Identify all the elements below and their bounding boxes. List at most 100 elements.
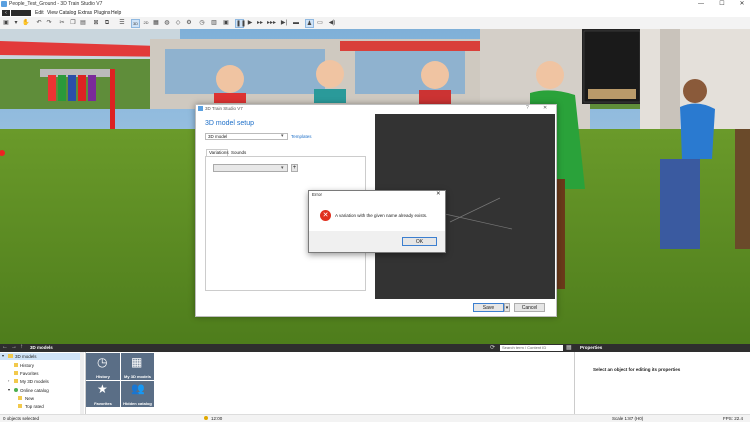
- save-dropdown-button[interactable]: ▾: [504, 303, 510, 312]
- properties-header: Properties: [575, 344, 750, 352]
- tree-item-label: History: [20, 363, 35, 368]
- sound-icon[interactable]: ◀): [328, 19, 336, 27]
- add-variation-button[interactable]: +: [291, 164, 298, 172]
- tile-favorites[interactable]: ★ Favorites: [86, 381, 120, 407]
- tile-history[interactable]: ◷ History: [86, 353, 120, 380]
- variation-select[interactable]: ▾: [213, 164, 288, 172]
- fast-forward-icon[interactable]: ▸▸: [256, 19, 264, 27]
- expand-icon[interactable]: ▾: [2, 353, 4, 358]
- grid-icon[interactable]: ▦: [152, 19, 160, 27]
- diamond-icon[interactable]: ◇: [174, 19, 182, 27]
- minimize-button[interactable]: —: [694, 0, 708, 9]
- tool-icon[interactable]: ⚙: [185, 19, 193, 27]
- menu-view[interactable]: View: [47, 10, 58, 16]
- window-icon[interactable]: ▣: [222, 19, 230, 27]
- back-arrow-icon[interactable]: ‹: [2, 10, 10, 16]
- layer-icon[interactable]: ⧉: [103, 19, 111, 27]
- menu-extras[interactable]: Extras: [78, 10, 92, 16]
- save-icon[interactable]: ▣: [2, 19, 10, 27]
- maximize-button[interactable]: ☐: [715, 0, 729, 9]
- train-icon[interactable]: ▭: [316, 19, 324, 27]
- globe-icon[interactable]: ◍: [163, 19, 171, 27]
- templates-link[interactable]: Templates: [291, 134, 312, 139]
- redo-icon[interactable]: ↷: [45, 19, 53, 27]
- save-button[interactable]: Save: [473, 303, 504, 312]
- dialog-app-icon: [198, 106, 203, 111]
- pause-icon[interactable]: ❚❚: [235, 19, 246, 28]
- panel-icon[interactable]: ▥: [210, 19, 218, 27]
- tree-item-label: My 3D models: [20, 379, 49, 384]
- properties-empty-text: Select an object for editing its propert…: [593, 367, 681, 372]
- tree-item-online-catalog[interactable]: ▾ Online catalog: [0, 387, 80, 394]
- app-menu-button[interactable]: [11, 10, 31, 16]
- tree-item-my-3d-models[interactable]: › My 3D models: [0, 378, 80, 385]
- tree-item-label: 3D models: [15, 354, 37, 359]
- cancel-button[interactable]: Cancel: [514, 303, 545, 312]
- tile-hidden-catalog[interactable]: 👥 Hidden catalog: [121, 381, 154, 407]
- skip-icon[interactable]: ▶|: [280, 19, 288, 27]
- grid-view-icon[interactable]: ▦: [566, 344, 572, 351]
- list-icon[interactable]: ☰: [118, 19, 126, 27]
- tile-my-3d-models[interactable]: ▦ My 3D models: [121, 353, 154, 380]
- model-type-select[interactable]: 3D model ▾: [205, 133, 288, 140]
- tab-sounds-label: Sounds: [231, 150, 247, 155]
- menu-edit[interactable]: Edit: [35, 10, 44, 16]
- error-close-button[interactable]: ✕: [436, 191, 441, 197]
- panel-divider: [574, 352, 575, 415]
- cut-icon[interactable]: ✂: [58, 19, 66, 27]
- forward-icon[interactable]: →: [11, 344, 17, 350]
- ok-button[interactable]: OK: [402, 237, 437, 246]
- tab-variations[interactable]: Variations: [206, 149, 229, 156]
- menu-plugins[interactable]: Plugins: [94, 10, 110, 16]
- hand-icon[interactable]: ✋: [22, 19, 30, 27]
- up-icon[interactable]: ↑: [20, 344, 23, 350]
- clock-icon: ◷: [97, 355, 108, 369]
- search-input[interactable]: Search term / Content ID: [500, 345, 563, 351]
- folder-icon: [14, 371, 18, 375]
- status-time: 12:00: [211, 416, 223, 421]
- faster-icon[interactable]: ▸▸▸: [267, 19, 276, 27]
- folder-icon: [14, 363, 18, 367]
- tree-scrollbar[interactable]: [80, 352, 84, 415]
- refresh-icon[interactable]: ⟳: [490, 344, 495, 351]
- tree-item-label: New: [25, 396, 35, 401]
- clock-icon[interactable]: ◷: [198, 19, 206, 27]
- paste-icon[interactable]: ▤: [79, 19, 87, 27]
- dialog-help-button[interactable]: ?: [526, 105, 529, 111]
- expand-icon[interactable]: ▾: [8, 387, 10, 392]
- tree-item-3d-models[interactable]: ▾ 3D models: [0, 353, 80, 360]
- sun-icon: [204, 416, 208, 420]
- undo-icon[interactable]: ↶: [35, 19, 43, 27]
- align-icon[interactable]: ⊠: [92, 19, 100, 27]
- catalog-tree: ▾ 3D models History Favorites › My 3D mo…: [0, 352, 86, 415]
- track-icon[interactable]: ▬: [292, 19, 300, 27]
- dropdown-icon[interactable]: ▾: [12, 19, 20, 27]
- back-icon[interactable]: ←: [2, 344, 8, 350]
- catalog-header: ← → ↑ 3D models ⟳ Search term / Content …: [0, 344, 575, 352]
- view-3d-button[interactable]: 3D: [131, 19, 140, 28]
- tile-label: History: [96, 374, 110, 379]
- person-icon[interactable]: ♟: [305, 19, 314, 28]
- close-window-button[interactable]: ✕: [735, 0, 749, 9]
- dialog-close-button[interactable]: ✕: [543, 105, 547, 111]
- tree-item-favorites[interactable]: Favorites: [0, 370, 80, 377]
- tree-item-history[interactable]: History: [0, 362, 80, 369]
- tree-item-label: Online catalog: [20, 388, 49, 393]
- play-icon[interactable]: ▶: [246, 19, 254, 27]
- error-title: Error: [312, 192, 322, 197]
- menu-catalog[interactable]: Catalog: [59, 10, 76, 16]
- copy-icon[interactable]: ❐: [69, 19, 77, 27]
- bottom-panel: ← → ↑ 3D models ⟳ Search term / Content …: [0, 344, 750, 422]
- star-icon: ★: [97, 382, 108, 396]
- menu-bar: ‹ Edit View Catalog Extras Plugins Help: [0, 9, 750, 17]
- dialog-title: 3D Train Studio V7: [205, 106, 243, 111]
- tree-item-new[interactable]: New: [0, 395, 80, 402]
- title-bar: People_Test_Ground - 3D Train Studio V7 …: [0, 0, 750, 9]
- tree-item-top-rated[interactable]: Top rated: [0, 403, 80, 410]
- status-fps: FPS: 22.4: [723, 416, 744, 421]
- view-2d-button[interactable]: 2D: [142, 19, 150, 27]
- app-icon: [1, 1, 7, 7]
- expand-icon[interactable]: ›: [8, 378, 9, 383]
- error-message: A variation with the given name already …: [335, 213, 428, 218]
- menu-help[interactable]: Help: [111, 10, 121, 16]
